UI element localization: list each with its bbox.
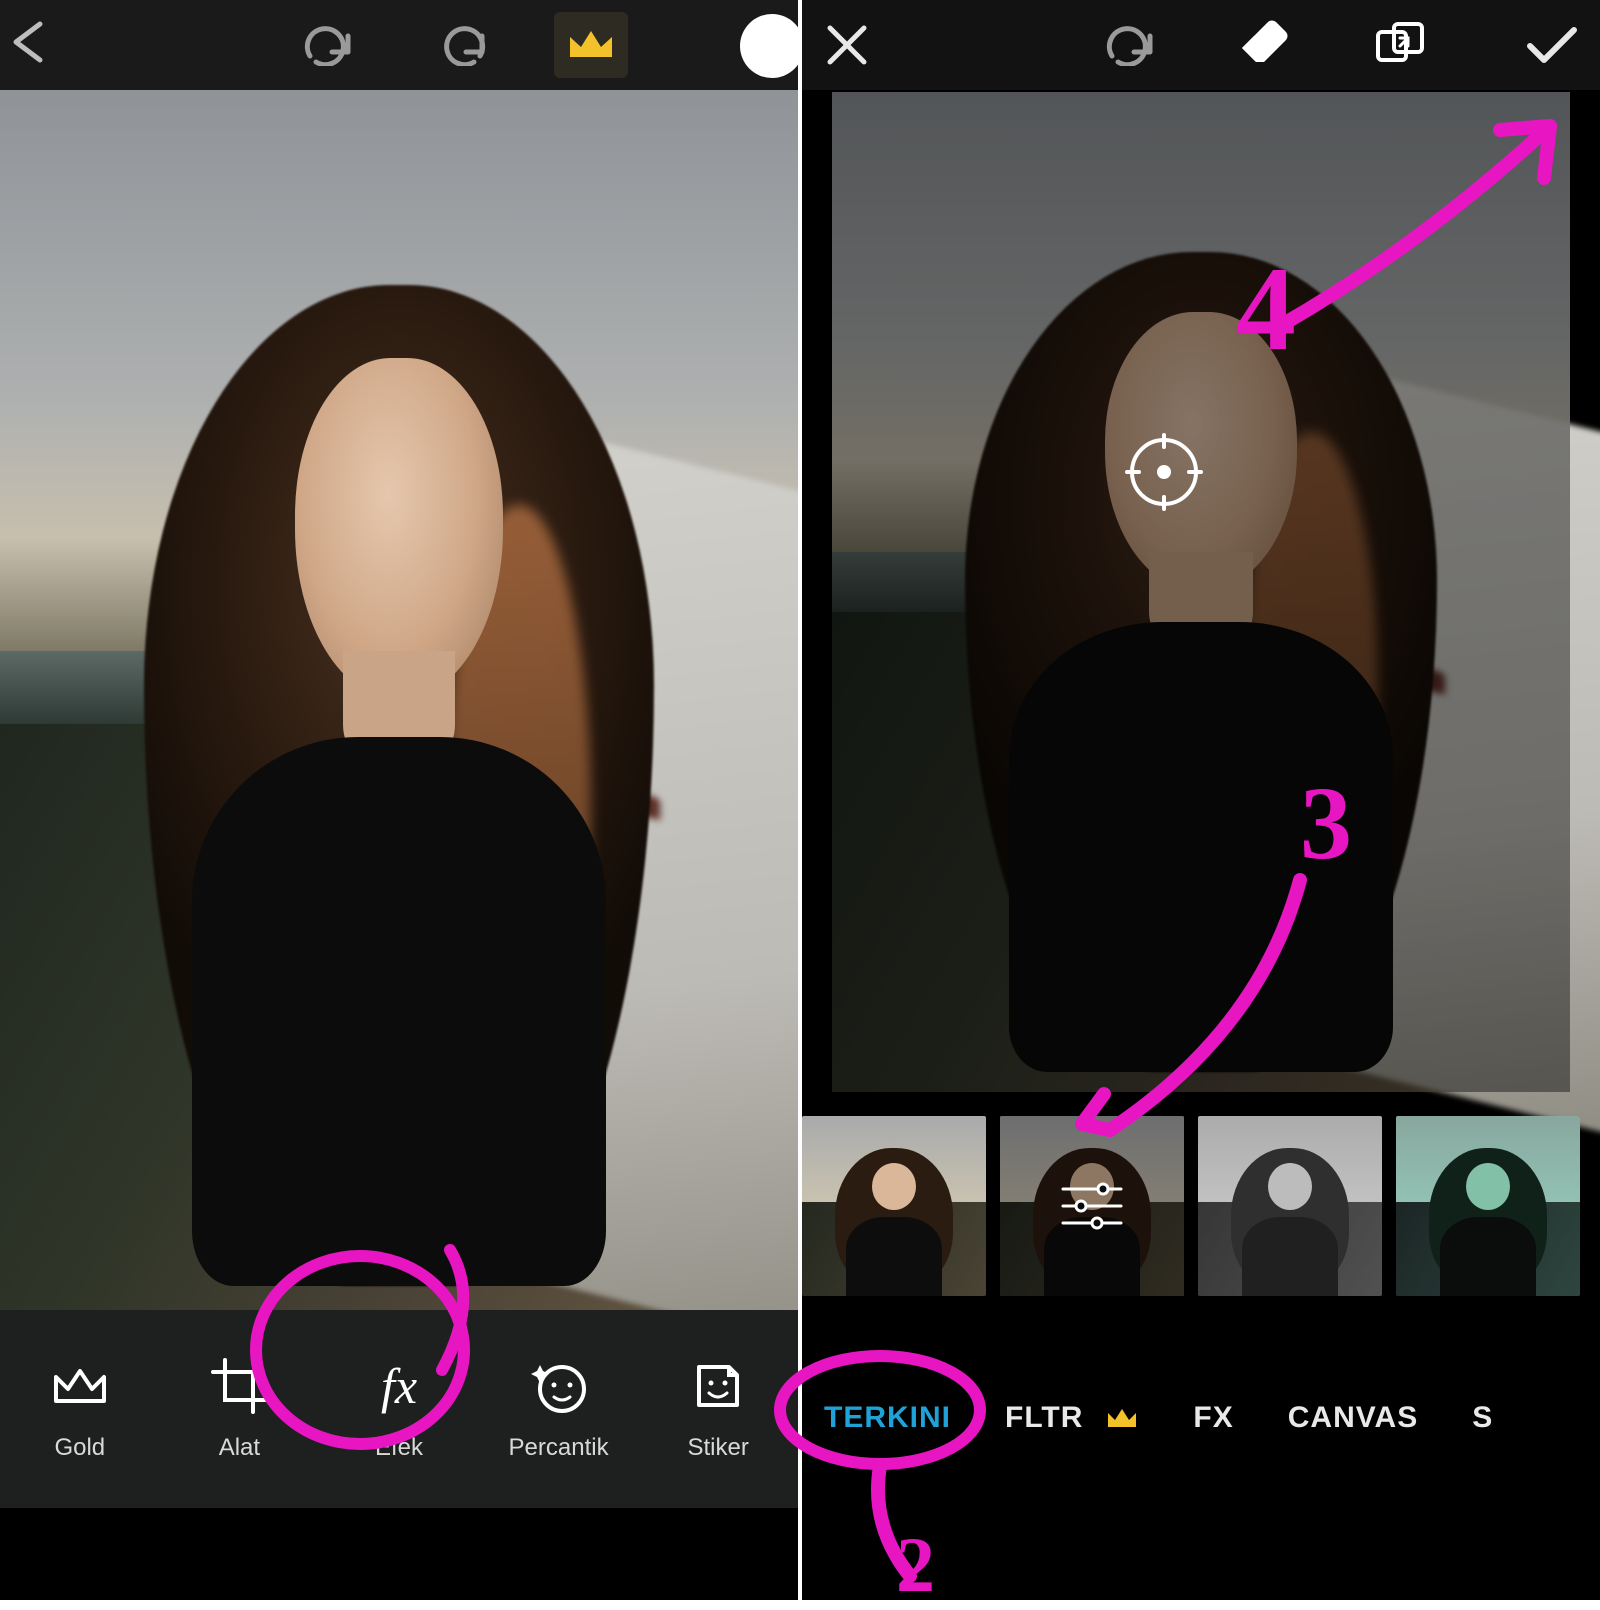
redo-icon[interactable] xyxy=(434,26,490,66)
tool-label: Stiker xyxy=(687,1434,748,1462)
left-top-bar xyxy=(0,0,798,90)
tab-canvas[interactable]: CANVAS xyxy=(1288,1401,1418,1435)
sticker-icon xyxy=(691,1356,745,1416)
tool-label: Alat xyxy=(219,1434,260,1462)
tool-label: Gold xyxy=(54,1434,105,1462)
tool-efek[interactable]: fx Efek xyxy=(319,1310,479,1508)
left-image-canvas[interactable] xyxy=(0,90,798,1310)
bottom-tool-bar: Gold Alat fx Efek Percantik xyxy=(0,1310,798,1508)
tool-stiker[interactable]: Stiker xyxy=(638,1310,798,1508)
focal-crosshair-icon[interactable] xyxy=(1121,429,1207,515)
next-circle-button[interactable] xyxy=(740,14,804,78)
eraser-icon[interactable] xyxy=(1236,16,1292,72)
effect-thumb-zoom-fokal[interactable]: Zoom Fokal xyxy=(1000,1116,1184,1296)
crop-icon xyxy=(211,1356,267,1416)
portrait-photo xyxy=(832,92,1570,1092)
crown-icon xyxy=(1105,1405,1139,1431)
apply-check-icon[interactable] xyxy=(1526,26,1578,66)
effect-thumb-bwlowcon[interactable]: B&WLowCon xyxy=(1198,1116,1382,1296)
right-top-bar xyxy=(802,0,1600,90)
fx-icon: fx xyxy=(381,1356,417,1416)
left-bottom-strip xyxy=(0,1508,798,1600)
right-image-canvas[interactable] xyxy=(832,92,1570,1092)
effect-thumb-hijau-laut[interactable]: Hijau Laut xyxy=(1396,1116,1580,1296)
back-arrow-icon[interactable] xyxy=(6,20,62,64)
undo-icon[interactable] xyxy=(1102,26,1158,66)
beautify-face-icon xyxy=(530,1356,588,1416)
editor-effects-screen: Tidak ada Zoom Fokal B&WLow xyxy=(802,0,1600,1600)
tool-label: Percantik xyxy=(509,1434,609,1462)
tab-more[interactable]: S xyxy=(1472,1401,1493,1435)
tab-terkini[interactable]: TERKINI xyxy=(824,1401,951,1435)
tool-percantik[interactable]: Percantik xyxy=(479,1310,639,1508)
effect-category-tabs: TERKINI FLTR FX CANVAS S xyxy=(802,1378,1600,1458)
tab-fx[interactable]: FX xyxy=(1193,1401,1233,1435)
editor-main-screen: Gold Alat fx Efek Percantik xyxy=(0,0,798,1600)
undo-icon[interactable] xyxy=(300,26,356,66)
crown-icon xyxy=(566,25,616,65)
tool-gold[interactable]: Gold xyxy=(0,1310,160,1508)
panel-divider xyxy=(798,0,802,1600)
tool-alat[interactable]: Alat xyxy=(160,1310,320,1508)
compare-icon[interactable] xyxy=(1372,18,1428,74)
tab-fltr[interactable]: FLTR xyxy=(1005,1401,1083,1435)
effect-thumb-none[interactable]: Tidak ada xyxy=(802,1116,986,1296)
close-icon[interactable] xyxy=(824,22,870,68)
crown-outline-icon xyxy=(51,1356,109,1416)
effect-thumbnail-row: Tidak ada Zoom Fokal B&WLow xyxy=(802,1116,1600,1326)
portrait-photo xyxy=(0,90,798,1310)
sliders-icon xyxy=(1057,1179,1127,1233)
tool-label: Efek xyxy=(375,1434,423,1462)
premium-crown-button[interactable] xyxy=(554,12,628,78)
